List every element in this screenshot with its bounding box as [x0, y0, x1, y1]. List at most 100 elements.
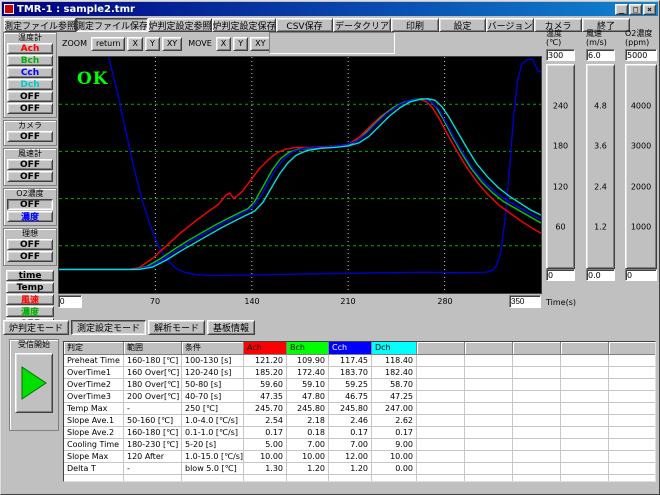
o2-max-input[interactable]	[625, 49, 657, 61]
table-empty-cell[interactable]	[329, 475, 372, 482]
table-cell-name[interactable]: Slope Max	[64, 451, 124, 463]
table-empty-cell[interactable]	[465, 367, 513, 379]
table-cell-name[interactable]: OverTime2	[64, 379, 124, 391]
o2-min-input[interactable]	[625, 269, 657, 281]
table-cell-cch[interactable]: 117.45	[329, 355, 372, 367]
table-cell-bch[interactable]: 172.40	[287, 367, 329, 379]
move-xy-button[interactable]: XY	[250, 37, 270, 51]
table-empty-cell[interactable]	[417, 475, 465, 482]
menu-settings[interactable]: 設定	[439, 18, 486, 32]
table-cell-range[interactable]: -	[124, 403, 182, 415]
table-empty-cell[interactable]	[561, 427, 609, 439]
table-cell-bch[interactable]: 59.10	[287, 379, 329, 391]
table-empty-cell[interactable]	[417, 451, 465, 463]
table-cell-cond[interactable]: 0.1-1.0 [℃/s]	[182, 427, 244, 439]
windspeed-off-button[interactable]: OFF	[7, 159, 53, 170]
table-cell-cond[interactable]: blow 5.0 [℃]	[182, 463, 244, 475]
table-cell-name[interactable]: Temp Max	[64, 403, 124, 415]
channel-ach-button[interactable]: Ach	[7, 43, 53, 54]
o2-off-button[interactable]: OFF	[7, 199, 53, 210]
table-empty-cell[interactable]	[561, 451, 609, 463]
table-cell-range[interactable]: -	[124, 463, 182, 475]
judgment-table[interactable]: 判定範囲条件AchBchCchDchPreheat Time160-180 [℃…	[63, 341, 656, 482]
table-cell-bch[interactable]: 109.90	[287, 355, 329, 367]
table-cell-dch[interactable]: 0.17	[372, 427, 417, 439]
table-cell-dch[interactable]: 58.70	[372, 379, 417, 391]
table-empty-cell[interactable]	[465, 439, 513, 451]
table-cell-range[interactable]: 160-180 [℃]	[124, 427, 182, 439]
table-empty-cell[interactable]	[609, 379, 656, 391]
table-empty-cell[interactable]	[609, 415, 656, 427]
table-empty-cell[interactable]	[417, 403, 465, 415]
table-cell-dch[interactable]: 118.40	[372, 355, 417, 367]
axis-temp-button[interactable]: Temp	[6, 282, 54, 293]
table-cell-name[interactable]: OverTime3	[64, 391, 124, 403]
table-cell-dch[interactable]: 0.00	[372, 463, 417, 475]
table-empty-cell[interactable]	[465, 403, 513, 415]
table-cell-dch[interactable]: 182.40	[372, 367, 417, 379]
table-empty-cell[interactable]	[609, 367, 656, 379]
channel-dch-button[interactable]: Dch	[7, 79, 53, 90]
table-cell-cch[interactable]: 12.00	[329, 451, 372, 463]
temp-max-input[interactable]	[546, 49, 575, 61]
table-empty-cell[interactable]	[561, 415, 609, 427]
table-empty-cell[interactable]	[465, 475, 513, 482]
table-empty-cell[interactable]	[465, 451, 513, 463]
table-empty-cell[interactable]	[417, 439, 465, 451]
table-cell-ach[interactable]: 121.20	[244, 355, 287, 367]
table-empty-cell[interactable]	[417, 415, 465, 427]
table-empty-cell[interactable]	[561, 439, 609, 451]
table-empty-cell[interactable]	[417, 379, 465, 391]
ideal-off-button[interactable]: OFF	[7, 239, 53, 250]
table-cell-name[interactable]: Slope Ave.2	[64, 427, 124, 439]
axis-o2-button[interactable]: 濃度	[6, 306, 54, 317]
table-empty-cell[interactable]	[513, 475, 561, 482]
channel-off-button[interactable]: OFF	[7, 103, 53, 114]
table-cell-dch[interactable]: 47.25	[372, 391, 417, 403]
channel-cch-button[interactable]: Cch	[7, 67, 53, 78]
table-empty-cell[interactable]	[513, 427, 561, 439]
table-cell-bch[interactable]: 10.00	[287, 451, 329, 463]
table-cell-range[interactable]: 160-180 [℃]	[124, 355, 182, 367]
table-cell-cond[interactable]: 5-20 [s]	[182, 439, 244, 451]
temp-min-input[interactable]	[546, 269, 575, 281]
table-cell-ach[interactable]: 185.20	[244, 367, 287, 379]
table-cell-dch[interactable]: 2.62	[372, 415, 417, 427]
table-cell-cch[interactable]: 2.46	[329, 415, 372, 427]
table-cell-ach[interactable]: 59.60	[244, 379, 287, 391]
table-cell-ach[interactable]: 47.35	[244, 391, 287, 403]
table-cell-cch[interactable]: 7.00	[329, 439, 372, 451]
table-cell-cond[interactable]: 100-130 [s]	[182, 355, 244, 367]
table-cell-name[interactable]: Slope Ave.1	[64, 415, 124, 427]
table-empty-cell[interactable]	[561, 355, 609, 367]
table-cell-bch[interactable]: 1.20	[287, 463, 329, 475]
menu-load-judge-settings[interactable]: 炉判定設定参照	[148, 18, 212, 32]
table-cell-cch[interactable]: 46.75	[329, 391, 372, 403]
time-max-input[interactable]	[509, 295, 541, 308]
table-cell-bch[interactable]: 0.18	[287, 427, 329, 439]
table-empty-cell[interactable]	[287, 475, 329, 482]
table-cell-cond[interactable]: 40-70 [s]	[182, 391, 244, 403]
menu-save-csv[interactable]: CSV保存	[276, 18, 333, 32]
zoom-return-button[interactable]: return	[91, 37, 125, 51]
table-empty-cell[interactable]	[417, 355, 465, 367]
channel-bch-button[interactable]: Bch	[7, 55, 53, 66]
table-cell-name[interactable]: OverTime1	[64, 367, 124, 379]
table-empty-cell[interactable]	[609, 475, 656, 482]
menu-print[interactable]: 印刷	[391, 18, 439, 32]
menu-load-measure-file[interactable]: 測定ファイル参照	[4, 18, 76, 32]
move-y-button[interactable]: Y	[233, 37, 248, 51]
table-cell-range[interactable]: 180-230 [℃]	[124, 439, 182, 451]
table-empty-cell[interactable]	[561, 391, 609, 403]
table-cell-dch[interactable]: 10.00	[372, 451, 417, 463]
table-cell-ach[interactable]: 0.17	[244, 427, 287, 439]
table-empty-cell[interactable]	[417, 391, 465, 403]
table-cell-range[interactable]: 180 Over[℃]	[124, 379, 182, 391]
table-cell-cond[interactable]: 120-240 [s]	[182, 367, 244, 379]
table-empty-cell[interactable]	[513, 367, 561, 379]
table-empty-cell[interactable]	[609, 403, 656, 415]
table-empty-cell[interactable]	[465, 379, 513, 391]
table-empty-cell[interactable]	[561, 463, 609, 475]
table-cell-cond[interactable]: 250 [℃]	[182, 403, 244, 415]
table-cell-ach[interactable]: 245.70	[244, 403, 287, 415]
